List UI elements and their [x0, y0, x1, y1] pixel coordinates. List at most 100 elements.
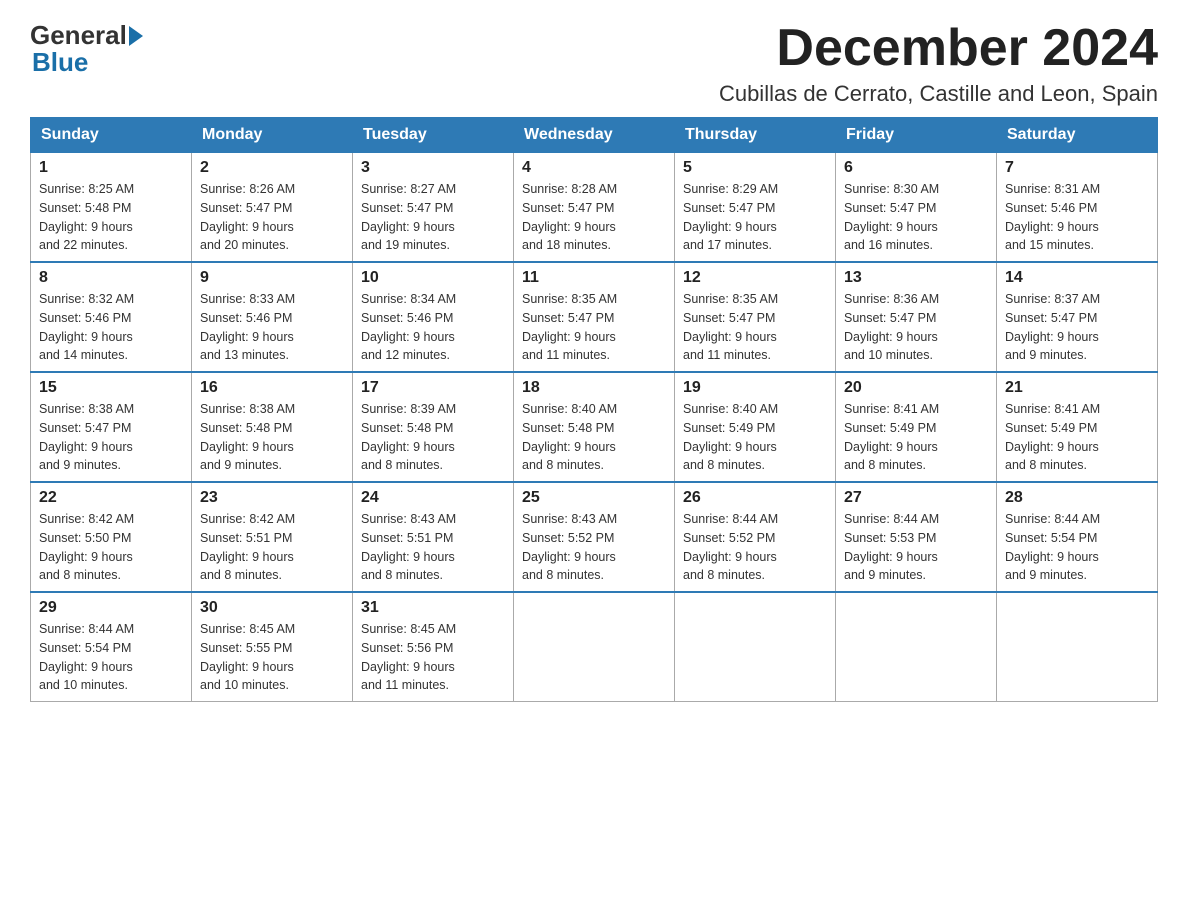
day-number: 24 — [361, 489, 505, 507]
day-number: 17 — [361, 379, 505, 397]
calendar-week-row: 15Sunrise: 8:38 AM Sunset: 5:47 PM Dayli… — [31, 372, 1158, 482]
calendar-day-cell: 22Sunrise: 8:42 AM Sunset: 5:50 PM Dayli… — [31, 482, 192, 592]
day-info: Sunrise: 8:44 AM Sunset: 5:53 PM Dayligh… — [844, 510, 988, 585]
calendar-day-cell — [836, 592, 997, 702]
title-area: December 2024 Cubillas de Cerrato, Casti… — [719, 20, 1158, 107]
day-info: Sunrise: 8:28 AM Sunset: 5:47 PM Dayligh… — [522, 180, 666, 255]
day-info: Sunrise: 8:35 AM Sunset: 5:47 PM Dayligh… — [683, 290, 827, 365]
day-number: 9 — [200, 269, 344, 287]
calendar-day-cell: 12Sunrise: 8:35 AM Sunset: 5:47 PM Dayli… — [675, 262, 836, 372]
calendar-day-cell: 3Sunrise: 8:27 AM Sunset: 5:47 PM Daylig… — [353, 153, 514, 263]
calendar-week-row: 1 Sunrise: 8:25 AM Sunset: 5:48 PM Daylig… — [31, 153, 1158, 263]
day-info: Sunrise: 8:37 AM Sunset: 5:47 PM Dayligh… — [1005, 290, 1149, 365]
day-info: Sunrise: 8:40 AM Sunset: 5:49 PM Dayligh… — [683, 400, 827, 475]
day-info: Sunrise: 8:44 AM Sunset: 5:52 PM Dayligh… — [683, 510, 827, 585]
calendar-table: SundayMondayTuesdayWednesdayThursdayFrid… — [30, 117, 1158, 702]
calendar-day-cell: 7 Sunrise: 8:31 AM Sunset: 5:46 PM Daylig… — [997, 153, 1158, 263]
calendar-day-cell: 28 Sunrise: 8:44 AM Sunset: 5:54 PM Dayli… — [997, 482, 1158, 592]
calendar-week-row: 22Sunrise: 8:42 AM Sunset: 5:50 PM Dayli… — [31, 482, 1158, 592]
calendar-day-cell: 17Sunrise: 8:39 AM Sunset: 5:48 PM Dayli… — [353, 372, 514, 482]
calendar-day-cell: 20 Sunrise: 8:41 AM Sunset: 5:49 PM Dayli… — [836, 372, 997, 482]
calendar-day-cell — [997, 592, 1158, 702]
day-info: Sunrise: 8:32 AM Sunset: 5:46 PM Dayligh… — [39, 290, 183, 365]
weekday-header-thursday: Thursday — [675, 118, 836, 153]
calendar-day-cell: 14Sunrise: 8:37 AM Sunset: 5:47 PM Dayli… — [997, 262, 1158, 372]
logo: General Blue — [30, 20, 145, 78]
calendar-day-cell: 16 Sunrise: 8:38 AM Sunset: 5:48 PM Dayli… — [192, 372, 353, 482]
day-info: Sunrise: 8:45 AM Sunset: 5:55 PM Dayligh… — [200, 620, 344, 695]
day-number: 25 — [522, 489, 666, 507]
day-info: Sunrise: 8:26 AM Sunset: 5:47 PM Dayligh… — [200, 180, 344, 255]
weekday-header-saturday: Saturday — [997, 118, 1158, 153]
calendar-day-cell: 1 Sunrise: 8:25 AM Sunset: 5:48 PM Daylig… — [31, 153, 192, 263]
calendar-day-cell: 8Sunrise: 8:32 AM Sunset: 5:46 PM Daylig… — [31, 262, 192, 372]
day-number: 28 — [1005, 489, 1149, 507]
day-number: 11 — [522, 269, 666, 287]
day-info: Sunrise: 8:40 AM Sunset: 5:48 PM Dayligh… — [522, 400, 666, 475]
day-info: Sunrise: 8:41 AM Sunset: 5:49 PM Dayligh… — [1005, 400, 1149, 475]
weekday-header-friday: Friday — [836, 118, 997, 153]
calendar-day-cell: 18 Sunrise: 8:40 AM Sunset: 5:48 PM Dayli… — [514, 372, 675, 482]
day-number: 19 — [683, 379, 827, 397]
month-title: December 2024 — [719, 20, 1158, 77]
calendar-day-cell: 30 Sunrise: 8:45 AM Sunset: 5:55 PM Dayli… — [192, 592, 353, 702]
day-number: 30 — [200, 599, 344, 617]
day-number: 18 — [522, 379, 666, 397]
day-number: 6 — [844, 159, 988, 177]
day-info: Sunrise: 8:34 AM Sunset: 5:46 PM Dayligh… — [361, 290, 505, 365]
calendar-day-cell: 9 Sunrise: 8:33 AM Sunset: 5:46 PM Daylig… — [192, 262, 353, 372]
day-number: 21 — [1005, 379, 1149, 397]
day-info: Sunrise: 8:30 AM Sunset: 5:47 PM Dayligh… — [844, 180, 988, 255]
day-info: Sunrise: 8:42 AM Sunset: 5:51 PM Dayligh… — [200, 510, 344, 585]
day-info: Sunrise: 8:45 AM Sunset: 5:56 PM Dayligh… — [361, 620, 505, 695]
calendar-day-cell: 4Sunrise: 8:28 AM Sunset: 5:47 PM Daylig… — [514, 153, 675, 263]
day-number: 7 — [1005, 159, 1149, 177]
weekday-header-monday: Monday — [192, 118, 353, 153]
day-info: Sunrise: 8:43 AM Sunset: 5:51 PM Dayligh… — [361, 510, 505, 585]
day-info: Sunrise: 8:38 AM Sunset: 5:48 PM Dayligh… — [200, 400, 344, 475]
day-number: 26 — [683, 489, 827, 507]
calendar-day-cell: 31 Sunrise: 8:45 AM Sunset: 5:56 PM Dayli… — [353, 592, 514, 702]
logo-arrow-icon — [129, 26, 143, 46]
day-info: Sunrise: 8:33 AM Sunset: 5:46 PM Dayligh… — [200, 290, 344, 365]
day-info: Sunrise: 8:31 AM Sunset: 5:46 PM Dayligh… — [1005, 180, 1149, 255]
day-number: 5 — [683, 159, 827, 177]
day-number: 29 — [39, 599, 183, 617]
weekday-header-tuesday: Tuesday — [353, 118, 514, 153]
day-info: Sunrise: 8:44 AM Sunset: 5:54 PM Dayligh… — [1005, 510, 1149, 585]
day-number: 10 — [361, 269, 505, 287]
calendar-day-cell: 2 Sunrise: 8:26 AM Sunset: 5:47 PM Daylig… — [192, 153, 353, 263]
page-header: General Blue December 2024 Cubillas de C… — [30, 20, 1158, 107]
calendar-day-cell: 24 Sunrise: 8:43 AM Sunset: 5:51 PM Dayli… — [353, 482, 514, 592]
day-number: 20 — [844, 379, 988, 397]
day-number: 23 — [200, 489, 344, 507]
calendar-day-cell: 26 Sunrise: 8:44 AM Sunset: 5:52 PM Dayli… — [675, 482, 836, 592]
calendar-day-cell: 15Sunrise: 8:38 AM Sunset: 5:47 PM Dayli… — [31, 372, 192, 482]
location-title: Cubillas de Cerrato, Castille and Leon, … — [719, 81, 1158, 107]
calendar-week-row: 29Sunrise: 8:44 AM Sunset: 5:54 PM Dayli… — [31, 592, 1158, 702]
calendar-day-cell: 23 Sunrise: 8:42 AM Sunset: 5:51 PM Dayli… — [192, 482, 353, 592]
day-info: Sunrise: 8:36 AM Sunset: 5:47 PM Dayligh… — [844, 290, 988, 365]
day-number: 2 — [200, 159, 344, 177]
day-number: 31 — [361, 599, 505, 617]
calendar-day-cell: 19 Sunrise: 8:40 AM Sunset: 5:49 PM Dayli… — [675, 372, 836, 482]
day-info: Sunrise: 8:38 AM Sunset: 5:47 PM Dayligh… — [39, 400, 183, 475]
weekday-header-sunday: Sunday — [31, 118, 192, 153]
day-info: Sunrise: 8:35 AM Sunset: 5:47 PM Dayligh… — [522, 290, 666, 365]
day-number: 16 — [200, 379, 344, 397]
logo-blue-text: Blue — [32, 47, 88, 77]
calendar-day-cell: 6 Sunrise: 8:30 AM Sunset: 5:47 PM Daylig… — [836, 153, 997, 263]
weekday-header-wednesday: Wednesday — [514, 118, 675, 153]
day-info: Sunrise: 8:41 AM Sunset: 5:49 PM Dayligh… — [844, 400, 988, 475]
day-info: Sunrise: 8:25 AM Sunset: 5:48 PM Dayligh… — [39, 180, 183, 255]
day-info: Sunrise: 8:27 AM Sunset: 5:47 PM Dayligh… — [361, 180, 505, 255]
calendar-day-cell: 13 Sunrise: 8:36 AM Sunset: 5:47 PM Dayli… — [836, 262, 997, 372]
day-info: Sunrise: 8:29 AM Sunset: 5:47 PM Dayligh… — [683, 180, 827, 255]
day-number: 13 — [844, 269, 988, 287]
calendar-day-cell — [675, 592, 836, 702]
day-info: Sunrise: 8:43 AM Sunset: 5:52 PM Dayligh… — [522, 510, 666, 585]
day-number: 1 — [39, 159, 183, 177]
weekday-header-row: SundayMondayTuesdayWednesdayThursdayFrid… — [31, 118, 1158, 153]
calendar-week-row: 8Sunrise: 8:32 AM Sunset: 5:46 PM Daylig… — [31, 262, 1158, 372]
day-number: 22 — [39, 489, 183, 507]
